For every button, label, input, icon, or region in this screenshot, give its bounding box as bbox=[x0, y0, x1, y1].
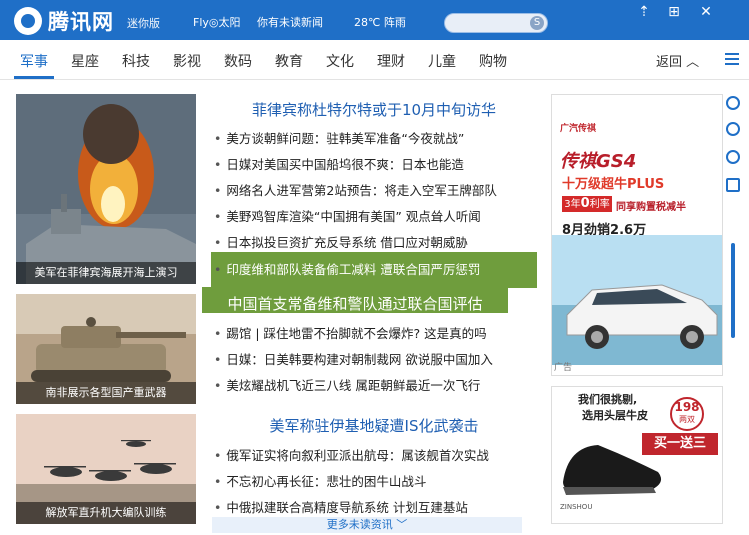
headline-1[interactable]: 菲律宾称杜特尔特或于10月中旬访华 bbox=[212, 99, 536, 120]
close-icon[interactable]: ✕ bbox=[695, 2, 717, 22]
brand-title[interactable]: 腾讯网 bbox=[48, 6, 114, 36]
tab-tech[interactable]: 科技 bbox=[122, 51, 150, 71]
category-nav: 军事 星座 科技 影视 数码 教育 文化 理财 儿童 购物 返回 ︿ bbox=[0, 40, 749, 80]
unread-news-link[interactable]: 你有未读新闻 bbox=[257, 14, 323, 30]
warship-image bbox=[16, 94, 196, 284]
tab-shopping[interactable]: 购物 bbox=[479, 51, 507, 71]
scrollbar-thumb[interactable] bbox=[731, 243, 735, 338]
more-news-button[interactable]: 更多未读资讯 ﹀ bbox=[212, 517, 522, 533]
headline-2[interactable]: 中国首支常备维和警队通过联合国评估 bbox=[202, 293, 508, 314]
ad-rate-badge: 3年0利率 bbox=[562, 196, 612, 212]
shoe-brand: ZINSHOU bbox=[560, 503, 593, 511]
tab-children[interactable]: 儿童 bbox=[428, 51, 456, 71]
pin-icon[interactable]: ⇡ bbox=[633, 2, 655, 22]
news-item-highlighted[interactable]: 印度维和部队装备偷工减料 遭联合国严厉惩罚 bbox=[214, 259, 536, 278]
ad-line2: 选用头层牛皮 bbox=[582, 409, 648, 422]
ad-slogan: 十万级超牛PLUS bbox=[562, 177, 665, 192]
photo-warship[interactable]: 美军在菲律宾海展开海上演习 bbox=[16, 94, 196, 284]
car-image bbox=[552, 235, 722, 365]
settings-icon[interactable] bbox=[726, 178, 740, 192]
tab-culture[interactable]: 文化 bbox=[326, 51, 354, 71]
photo-tank[interactable]: 南非展示各型国产重武器 bbox=[16, 294, 196, 404]
car-ad[interactable]: 广汽传祺 传祺GS4 十万级超牛PLUS 3年0利率 同享购置税减半 8月劲销2… bbox=[551, 94, 723, 376]
news-item[interactable]: 日媒对美国买中国船坞很不爽：日本也能造 bbox=[214, 154, 536, 173]
news-item[interactable]: 俄军证实将向叙利亚派出航母：属该舰首次实战 bbox=[214, 445, 536, 464]
tab-finance[interactable]: 理财 bbox=[377, 51, 405, 71]
search-icon[interactable]: S bbox=[530, 16, 544, 30]
news-item[interactable]: 日媒：日美韩要构建对朝制裁网 欲说服中国加入 bbox=[214, 349, 536, 368]
ad-brand: 广汽传祺 bbox=[560, 124, 597, 134]
ad-promo: 同享购置税减半 bbox=[616, 202, 686, 213]
ad-tag: 广告 bbox=[554, 363, 573, 373]
photo-caption: 美军在菲律宾海展开海上演习 bbox=[16, 262, 196, 284]
tencent-logo-icon[interactable] bbox=[14, 7, 42, 35]
news-item[interactable]: 不忘初心再长征：悲壮的困牛山战斗 bbox=[214, 471, 536, 490]
headline-3[interactable]: 美军称驻伊基地疑遭IS化武袭击 bbox=[212, 415, 536, 436]
search-input[interactable]: S bbox=[444, 13, 548, 33]
tab-horoscope[interactable]: 星座 bbox=[71, 51, 99, 71]
mini-version-label: 迷你版 bbox=[127, 17, 160, 30]
ad-line1: 我们很挑剔, bbox=[578, 393, 638, 406]
news-item[interactable]: 日本拟投巨资扩充反导系统 借口应对朝威胁 bbox=[214, 232, 536, 251]
back-button[interactable]: 返回 ︿ bbox=[656, 51, 699, 70]
ad-model: 传祺GS4 bbox=[560, 151, 637, 172]
news-item[interactable]: 网络名人进军营第2站预告：将走入空军王牌部队 bbox=[214, 180, 536, 199]
menu-icon[interactable] bbox=[725, 53, 739, 65]
tab-digital[interactable]: 数码 bbox=[224, 51, 252, 71]
top-header: 腾讯网 迷你版 Fly◎太阳 你有未读新闻 28℃ 阵雨 S ⇡ ⊞ ✕ bbox=[0, 0, 749, 40]
refresh-icon[interactable] bbox=[726, 122, 740, 136]
tab-education[interactable]: 教育 bbox=[275, 51, 303, 71]
news-item[interactable]: 美炫耀战机飞近三八线 属距朝鲜最近一次飞行 bbox=[214, 375, 536, 394]
weather-info[interactable]: 28℃ 阵雨 bbox=[354, 14, 406, 30]
restore-icon[interactable]: ⊞ bbox=[663, 2, 685, 22]
news-item[interactable]: 美方谈朝鲜问题：驻韩美军准备“今夜就战” bbox=[214, 128, 536, 147]
news-item[interactable]: 中俄拟建联合高精度导航系统 计划互建基站 bbox=[214, 497, 536, 516]
photo-caption: 南非展示各型国产重武器 bbox=[16, 382, 196, 404]
play-icon[interactable] bbox=[726, 150, 740, 164]
news-item[interactable]: 美野鸡智库渲染“中国拥有美国” 观点耸人听闻 bbox=[214, 206, 536, 225]
tab-film[interactable]: 影视 bbox=[173, 51, 201, 71]
shoe-ad[interactable]: 我们很挑剔, 选用头层牛皮 198 两双 买一送三 ZINSHOU bbox=[551, 386, 723, 524]
photo-caption: 解放军直升机大编队训练 bbox=[16, 502, 196, 524]
mail-icon[interactable] bbox=[726, 96, 740, 110]
user-location[interactable]: Fly◎太阳 bbox=[193, 14, 241, 30]
tab-military[interactable]: 军事 bbox=[20, 51, 48, 71]
active-tab-indicator bbox=[14, 76, 54, 79]
news-item[interactable]: 踢馆 | 踩住地雷不抬脚就不会爆炸? 这是真的吗 bbox=[214, 323, 536, 342]
shoe-image bbox=[563, 445, 662, 495]
photo-helicopters[interactable]: 解放军直升机大编队训练 bbox=[16, 414, 196, 524]
price-badge: 198 两双 bbox=[670, 397, 704, 431]
